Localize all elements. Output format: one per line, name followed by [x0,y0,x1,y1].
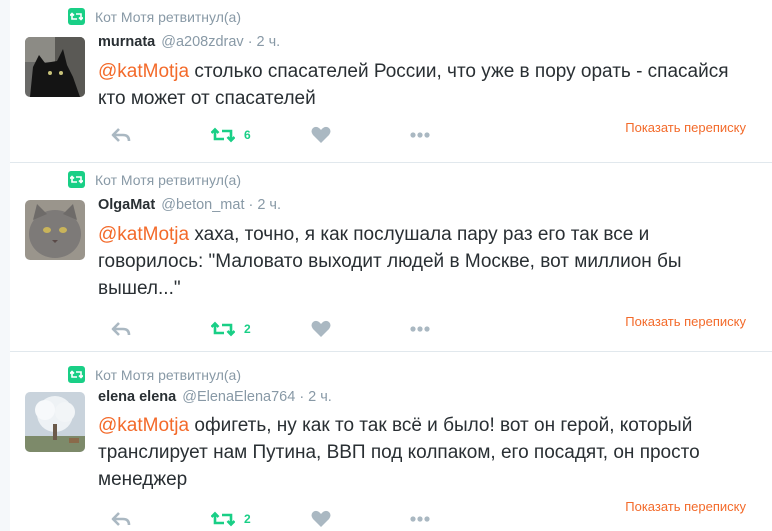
username[interactable]: @a208zdrav [161,34,243,50]
retweet-context: Кот Мотя ретвитнул(а) [68,366,241,383]
tweet-item[interactable]: Кот Мотя ретвитнул(а) OlgaMat @beton_mat… [10,163,772,352]
tweet-actions: 2 Показать переписку [98,499,758,531]
retweet-icon [211,127,235,143]
retweet-count: 2 [244,512,251,526]
timestamp[interactable]: 2 ч. [308,389,332,405]
retweet-button[interactable]: 2 [211,317,251,341]
tweet-actions: 2 Показать переписку [98,314,758,341]
heart-icon [311,320,331,337]
reply-icon [111,512,131,526]
retweet-count: 2 [244,322,251,336]
reply-button[interactable] [111,123,131,147]
mention-link[interactable]: @katMotja [98,224,189,245]
timestamp[interactable]: 2 ч. [257,34,281,50]
retweet-button[interactable]: 6 [211,123,251,147]
fullname[interactable]: murnata [98,34,155,50]
retweeted-by-text: Кот Мотя ретвитнул(а) [95,172,242,188]
avatar[interactable] [25,200,85,260]
mention-link[interactable]: @katMotja [98,415,189,436]
retweet-context: Кот Мотя ретвитнул(а) [68,171,241,188]
show-conversation-link[interactable]: Показать переписку [625,120,746,135]
reply-icon [111,128,131,142]
retweet-icon [211,321,235,337]
tweet-actions: 6 Показать переписку [98,120,758,147]
tweet-text: @katMotja хаха, точно, я как послушала п… [98,221,748,302]
tweet-item[interactable]: Кот Мотя ретвитнул(а) elena elena @Elena… [10,352,772,531]
timeline: Кот Мотя ретвитнул(а) murnata @a208zdrav… [10,0,772,531]
avatar[interactable] [25,37,85,97]
tweet-header: OlgaMat @beton_mat · 2 ч. [98,197,281,213]
reply-icon [111,322,131,336]
show-conversation-link[interactable]: Показать переписку [625,499,746,514]
heart-icon [311,510,331,527]
separator: · [299,389,305,405]
retweet-badge-icon [68,171,85,188]
retweeted-by-text: Кот Мотя ретвитнул(а) [95,9,242,25]
more-dots-icon [410,132,430,138]
mention-link[interactable]: @katMotja [98,61,189,82]
show-conversation-link[interactable]: Показать переписку [625,314,746,329]
like-button[interactable] [311,507,331,531]
retweeted-by-text: Кот Мотя ретвитнул(а) [95,367,242,383]
more-dots-icon [410,326,430,332]
more-dots-icon [410,516,430,522]
more-button[interactable] [410,507,430,531]
retweet-badge-icon [68,366,85,383]
fullname[interactable]: elena elena [98,389,176,405]
tweet-header: murnata @a208zdrav · 2 ч. [98,34,280,50]
tweet-body: офигеть, ну как то так всё и было! вот о… [98,415,700,490]
tweet-text: @katMotja столько спасателей России, что… [98,58,748,112]
like-button[interactable] [311,317,331,341]
like-button[interactable] [311,123,331,147]
reply-button[interactable] [111,317,131,341]
timestamp[interactable]: 2 ч. [257,197,281,213]
heart-icon [311,126,331,143]
retweet-context: Кот Мотя ретвитнул(а) [68,8,241,25]
username[interactable]: @ElenaElena764 [182,389,295,405]
retweet-badge-icon [68,8,85,25]
retweet-count: 6 [244,128,251,142]
separator: · [248,197,254,213]
retweet-button[interactable]: 2 [211,507,251,531]
avatar[interactable] [25,392,85,452]
tweet-item[interactable]: Кот Мотя ретвитнул(а) murnata @a208zdrav… [10,0,772,163]
tweet-text: @katMotja офигеть, ну как то так всё и б… [98,412,748,493]
separator: · [247,34,253,50]
tweet-body: столько спасателей России, что уже в пор… [98,61,729,109]
fullname[interactable]: OlgaMat [98,197,155,213]
more-button[interactable] [410,317,430,341]
tweet-header: elena elena @ElenaElena764 · 2 ч. [98,389,332,405]
retweet-icon [211,511,235,527]
username[interactable]: @beton_mat [161,197,244,213]
more-button[interactable] [410,123,430,147]
reply-button[interactable] [111,507,131,531]
